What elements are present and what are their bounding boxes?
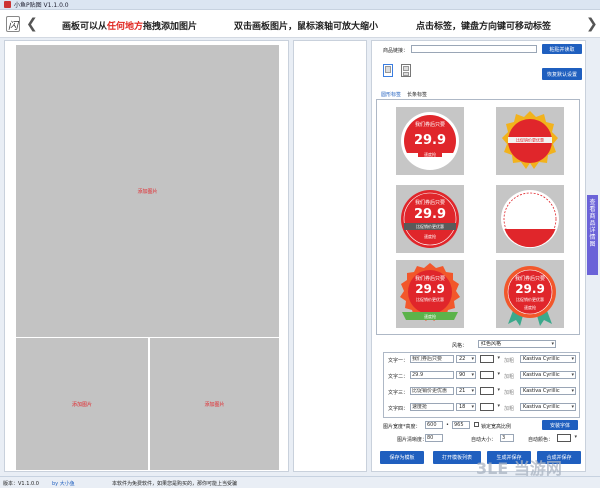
app-logo: 闪	[6, 16, 20, 32]
badge-style-6[interactable]: 我们券后只要 29.9 比促销价更优惠 速度抢	[496, 260, 564, 328]
text4-label: 文字四：	[388, 406, 409, 412]
text2-color-swatch[interactable]	[480, 371, 500, 379]
canvas-panel: 添加图片 添加图片 添加图片	[4, 40, 289, 472]
window-title: 小鱼P贴图 V1.1.0.0	[14, 2, 69, 9]
text2-label: 文字二：	[388, 374, 409, 380]
badge-3-price: 29.9	[414, 207, 446, 222]
auto-size-input[interactable]: 3	[500, 434, 514, 442]
restore-default-button[interactable]: 恢复默认设置	[542, 68, 582, 80]
text4-font-select[interactable]: Kastiva Cyrillic	[520, 403, 576, 411]
layout-single-icon[interactable]	[383, 64, 393, 77]
text1-input[interactable]: 我们券后只要	[410, 355, 454, 363]
hint-move-label: 点击标签，键盘方向键可移动标签	[416, 22, 552, 32]
app-icon	[4, 1, 11, 8]
notice-text: 本软件为免费软件，如果您是购买的，那你可能上当受骗	[112, 481, 238, 487]
clarity-input[interactable]: 80	[425, 434, 443, 442]
layout-grid-icon[interactable]	[401, 64, 411, 77]
auto-color-swatch[interactable]	[557, 434, 577, 442]
badge-3-bottom-text: 速度抢	[424, 233, 436, 239]
product-link-label: 商品链接：	[383, 48, 409, 54]
text3-color-swatch[interactable]	[480, 387, 500, 395]
title-bar: 小鱼P贴图 V1.1.0.0	[0, 0, 600, 10]
text1-bold-toggle[interactable]: 加粗	[504, 357, 514, 364]
text1-font-select[interactable]: Kastiva Cyrillic	[520, 355, 576, 363]
badge-style-5[interactable]: 我们券后只要 29.9 比促销价更优惠 速度抢	[396, 260, 464, 328]
badge-6-top-text: 我们券后只要	[515, 275, 545, 282]
next-arrow-icon[interactable]: ❯	[586, 16, 598, 32]
text3-bold-toggle[interactable]: 加粗	[504, 389, 514, 396]
site-watermark: 3LE 当游网	[476, 459, 562, 478]
hint-zoom: 双击画板图片，鼠标滚轴可放大缩小	[234, 22, 379, 32]
badge-style-2[interactable]: 比促销价更优惠	[496, 107, 564, 175]
width-input[interactable]: 600	[425, 421, 443, 429]
badge-style-1[interactable]: 我们券后只要 29.9 速度抢	[396, 107, 464, 175]
lock-ratio-checkbox[interactable]	[474, 422, 479, 427]
badge-3-sub-text: 比促销价更优惠	[416, 223, 444, 229]
save-template-button[interactable]: 保存为模板	[380, 451, 424, 464]
text4-bold-toggle[interactable]: 加粗	[504, 405, 514, 412]
text3-input[interactable]: 比促销价更优惠	[410, 387, 454, 395]
hint-drag: 画板可以从任何地方拖拽添加图片	[62, 22, 198, 32]
text3-font-select[interactable]: Kastiva Cyrillic	[520, 387, 576, 395]
size-separator: •	[446, 422, 449, 428]
text3-size-select[interactable]: 21	[456, 387, 476, 395]
auto-color-label: 自动颜色：	[528, 437, 554, 443]
text1-label: 文字一：	[388, 358, 409, 364]
tab-strip-label[interactable]: 长条标签	[405, 90, 429, 99]
badge-1-top-text: 我们券后只要	[415, 121, 445, 128]
text2-input[interactable]: 29.9	[410, 371, 454, 379]
version-text: 版本：V1.1.0.0	[3, 481, 39, 487]
text2-bold-toggle[interactable]: 加粗	[504, 373, 514, 380]
badge-5-bottom-text: 速度抢	[424, 313, 436, 319]
image-placeholder-bottom-right[interactable]: 添加图片	[150, 338, 279, 470]
lock-ratio-label: 锁定宽高比例	[481, 424, 512, 430]
clarity-label: 图片清晰度：	[397, 437, 428, 443]
text2-size-select[interactable]: 90	[456, 371, 476, 379]
style-label: 风格：	[452, 343, 468, 349]
paste-read-button[interactable]: 粘贴并读取	[542, 44, 582, 54]
height-input[interactable]: 965	[452, 421, 470, 429]
text1-color-swatch[interactable]	[480, 355, 500, 363]
text1-size-select[interactable]: 22	[456, 355, 476, 363]
size-label: 图片宽度*高度：	[383, 424, 421, 430]
product-link-input[interactable]	[411, 45, 537, 53]
text4-input[interactable]: 速度抢	[410, 403, 454, 411]
badge-1-price: 29.9	[414, 133, 446, 148]
text3-label: 文字三：	[388, 390, 409, 396]
install-font-button[interactable]: 安装字体	[542, 420, 578, 430]
author-link[interactable]: by 大小鱼	[52, 480, 75, 487]
image-placeholder-main[interactable]: 添加图片	[16, 45, 279, 337]
open-template-list-button[interactable]: 打开模板列表	[433, 451, 481, 464]
auto-size-label: 自动大小：	[471, 437, 497, 443]
badge-6-sub-text: 比促销价更优惠	[516, 296, 544, 302]
prev-arrow-icon[interactable]: ❮	[26, 16, 38, 32]
thumbnail-panel[interactable]	[293, 40, 367, 472]
text4-size-select[interactable]: 18	[456, 403, 476, 411]
badge-5-price: 29.9	[415, 282, 445, 296]
image-placeholder-bottom-left[interactable]: 添加图片	[16, 338, 148, 470]
text2-font-select[interactable]: Kastiva Cyrillic	[520, 371, 576, 379]
text4-color-swatch[interactable]	[480, 403, 500, 411]
badge-2-sub-text: 比促销价更优惠	[516, 137, 544, 143]
style-select[interactable]: 红色风格	[478, 340, 556, 348]
view-detail-side-tab[interactable]: 查看商品详情图	[587, 195, 598, 275]
badge-style-4[interactable]	[496, 185, 564, 253]
badge-1-bottom-text: 速度抢	[424, 151, 436, 157]
badge-6-bottom-text: 速度抢	[524, 304, 536, 310]
badge-style-3[interactable]: 我们券后只要 29.9 比促销价更优惠 速度抢	[396, 185, 464, 253]
badge-5-top-text: 我们券后只要	[415, 275, 445, 282]
badge-3-top-text: 我们券后只要	[415, 199, 445, 206]
badge-5-sub-text: 比促销价更优惠	[416, 296, 444, 302]
badge-6-price: 29.9	[515, 282, 545, 296]
hint-banner: 闪 ❮ 画板可以从任何地方拖拽添加图片 双击画板图片，鼠标滚轴可放大缩小 点击标…	[0, 10, 600, 38]
